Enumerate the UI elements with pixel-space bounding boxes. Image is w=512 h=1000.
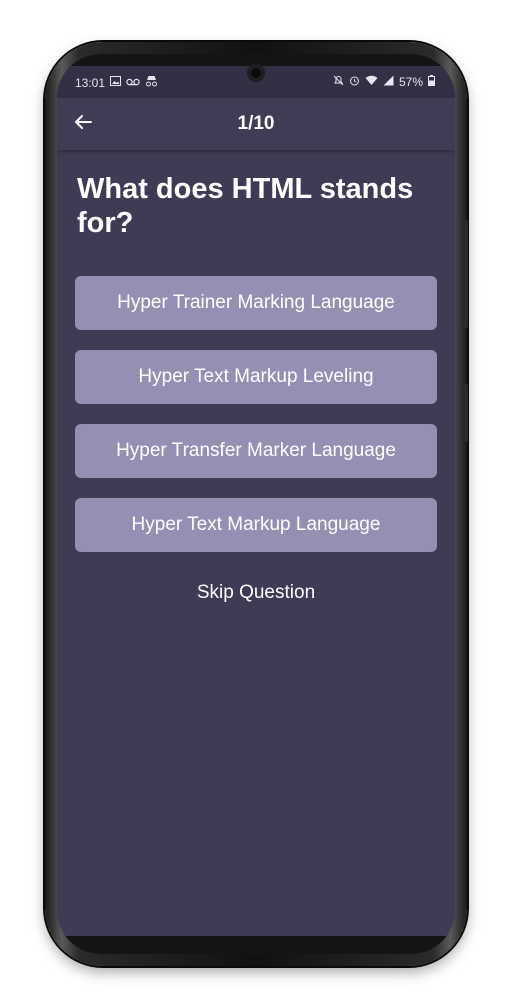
answer-option[interactable]: Hyper Text Markup Leveling [75, 350, 437, 404]
mute-icon [333, 75, 344, 89]
question-text: What does HTML stands for? [77, 173, 414, 239]
power-button [463, 384, 468, 442]
skip-question-button[interactable]: Skip Question [57, 582, 455, 604]
incognito-icon [145, 75, 158, 90]
question-counter: 1/10 [237, 113, 275, 134]
answer-option[interactable]: Hyper Transfer Marker Language [75, 424, 437, 478]
battery-icon [428, 75, 435, 89]
front-camera [247, 64, 265, 82]
voicemail-icon [126, 77, 140, 89]
wifi-icon [365, 75, 378, 89]
app-bar: 1/10 [57, 98, 455, 150]
answer-option[interactable]: Hyper Text Markup Language [75, 498, 437, 552]
volume-button [463, 220, 468, 328]
answer-options: Hyper Trainer Marking Language Hyper Tex… [75, 276, 437, 572]
status-time: 13:01 [75, 75, 106, 90]
phone-screen: 13:01 57% 1/10 What does HTML stands for… [57, 54, 455, 954]
answer-option[interactable]: Hyper Trainer Marking Language [75, 276, 437, 330]
status-right: 57% [333, 75, 435, 89]
status-left: 13:01 [75, 75, 158, 90]
alarm-icon [349, 75, 360, 89]
image-icon [110, 76, 122, 89]
signal-icon [383, 75, 394, 89]
battery-percent: 57% [398, 75, 423, 89]
screen-bottom-bezel [57, 936, 455, 954]
